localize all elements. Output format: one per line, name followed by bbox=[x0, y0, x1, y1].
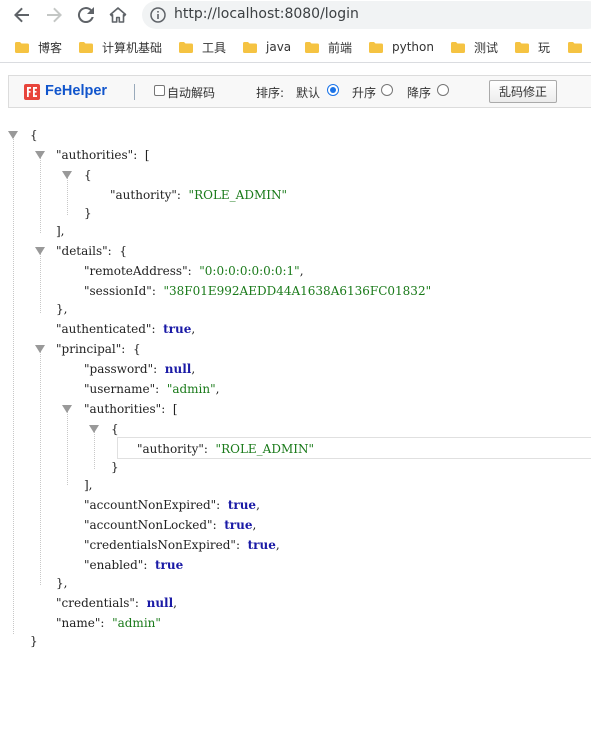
bookmarks-bar: 博客 计算机基础 工具 java 前端 python 测试 玩 bbox=[0, 30, 591, 63]
folder-icon bbox=[79, 41, 93, 53]
json-line: "authorities": [ bbox=[56, 148, 150, 162]
collapse-details-toggle[interactable] bbox=[35, 247, 45, 255]
indent-guide bbox=[67, 411, 68, 485]
json-line: "username": "admin", bbox=[84, 382, 220, 396]
sort-default-label[interactable]: 默认 bbox=[296, 84, 320, 101]
bookmark-blog[interactable]: 博客 bbox=[15, 39, 62, 55]
back-arrow-icon bbox=[14, 7, 29, 23]
sort-asc-label[interactable]: 升序 bbox=[352, 84, 376, 101]
indent-guide bbox=[40, 157, 41, 233]
home-icon bbox=[109, 7, 127, 23]
fehelper-panel: FeHelper 自动解码 排序: 默认 升序 降序 乱码修正 bbox=[0, 63, 591, 121]
fehelper-logo-icon bbox=[24, 84, 40, 100]
indent-guide bbox=[40, 253, 41, 313]
bookmark-label: 玩 bbox=[538, 40, 551, 55]
sort-desc-label[interactable]: 降序 bbox=[407, 84, 431, 101]
fehelper-toolbar: FeHelper 自动解码 排序: 默认 升序 降序 乱码修正 bbox=[8, 75, 591, 108]
json-line: "principal": { bbox=[56, 342, 141, 356]
bookmark-tools[interactable]: 工具 bbox=[179, 39, 226, 55]
auto-decode-checkbox[interactable] bbox=[154, 85, 165, 96]
json-line: "remoteAddress": "0:0:0:0:0:0:0:1", bbox=[84, 264, 304, 278]
folder-icon bbox=[15, 41, 29, 53]
indent-guide bbox=[67, 177, 68, 215]
json-line: "authority": "ROLE_ADMIN" bbox=[110, 188, 288, 202]
json-line: "details": { bbox=[56, 244, 127, 258]
sort-asc-radio[interactable] bbox=[381, 84, 393, 96]
collapse-authorities-toggle[interactable] bbox=[35, 151, 45, 159]
bookmark-label: 工具 bbox=[202, 40, 227, 55]
json-line: "authenticated": true, bbox=[56, 322, 196, 336]
reload-button[interactable] bbox=[74, 3, 98, 27]
json-line: }, bbox=[56, 302, 68, 316]
json-line: "authorities": [ bbox=[84, 402, 178, 416]
folder-icon bbox=[369, 41, 383, 53]
bookmark-testing[interactable]: 测试 bbox=[451, 39, 498, 55]
indent-guide bbox=[40, 351, 41, 585]
toolbar-divider bbox=[134, 84, 135, 100]
json-line: "authority": "ROLE_ADMIN" bbox=[137, 442, 315, 456]
json-line: ], bbox=[56, 224, 65, 238]
bookmark-label: 博客 bbox=[38, 40, 63, 55]
fix-encoding-button[interactable]: 乱码修正 bbox=[489, 80, 557, 103]
folder-icon bbox=[179, 41, 193, 53]
bookmark-play[interactable]: 玩 bbox=[515, 39, 550, 55]
home-button[interactable] bbox=[106, 3, 130, 27]
collapse-principal-toggle[interactable] bbox=[35, 345, 45, 353]
bookmark-label: java bbox=[266, 40, 292, 54]
bookmark-label: python bbox=[392, 40, 434, 54]
bookmark-label: 前端 bbox=[328, 40, 353, 55]
reload-icon bbox=[77, 7, 94, 24]
collapse-principal-authorities-toggle[interactable] bbox=[62, 405, 72, 413]
folder-icon bbox=[451, 41, 465, 53]
sort-desc-radio[interactable] bbox=[437, 84, 449, 96]
address-bar[interactable]: http://localhost:8080/login bbox=[142, 1, 591, 29]
json-line: { bbox=[111, 422, 119, 436]
json-viewer: { "authorities": [ { "authority": "ROLE_… bbox=[0, 121, 591, 743]
fehelper-brand[interactable]: FeHelper bbox=[45, 83, 107, 99]
indent-guide bbox=[13, 137, 14, 634]
json-line: { bbox=[30, 128, 38, 142]
indent-guide bbox=[94, 431, 95, 469]
json-line: } bbox=[111, 460, 119, 474]
url-text[interactable]: http://localhost:8080/login bbox=[174, 6, 359, 22]
json-line: "credentialsNonExpired": true, bbox=[84, 538, 280, 552]
folder-icon bbox=[515, 41, 529, 53]
auto-decode-label[interactable]: 自动解码 bbox=[167, 84, 215, 101]
json-line: "sessionId": "38F01E992AEDD44A1638A6136F… bbox=[84, 284, 432, 298]
info-icon[interactable] bbox=[150, 7, 166, 23]
json-line: } bbox=[84, 206, 92, 220]
bookmark-java[interactable]: java bbox=[243, 39, 291, 55]
bookmark-overflow-folder[interactable] bbox=[568, 39, 591, 55]
json-line: "accountNonExpired": true, bbox=[84, 498, 260, 512]
json-line: { bbox=[84, 168, 92, 182]
json-line: ], bbox=[84, 478, 93, 492]
folder-icon bbox=[243, 41, 257, 53]
sort-default-radio[interactable] bbox=[327, 84, 339, 96]
forward-arrow-icon bbox=[47, 7, 62, 23]
json-line: "password": null, bbox=[84, 362, 196, 376]
bookmark-label: 计算机基础 bbox=[102, 40, 163, 55]
json-line: "enabled": true bbox=[84, 558, 184, 572]
json-line: "name": "admin" bbox=[56, 616, 161, 630]
collapse-principal-authority-object-toggle[interactable] bbox=[89, 425, 99, 433]
back-button[interactable] bbox=[10, 3, 34, 27]
folder-icon bbox=[305, 41, 319, 53]
forward-button[interactable] bbox=[42, 3, 66, 27]
sort-label: 排序: bbox=[256, 86, 285, 100]
bookmark-label: 测试 bbox=[474, 40, 499, 55]
folder-icon bbox=[568, 41, 582, 53]
json-line: }, bbox=[56, 576, 68, 590]
collapse-root-toggle[interactable] bbox=[8, 131, 18, 139]
bookmark-frontend[interactable]: 前端 bbox=[305, 39, 352, 55]
browser-toolbar: http://localhost:8080/login bbox=[0, 0, 591, 30]
json-line: "accountNonLocked": true, bbox=[84, 518, 257, 532]
json-line: "credentials": null, bbox=[56, 596, 177, 610]
json-line: } bbox=[30, 634, 38, 648]
bookmark-python[interactable]: python bbox=[369, 39, 434, 55]
collapse-authority-object-toggle[interactable] bbox=[62, 171, 72, 179]
bookmark-cs-basics[interactable]: 计算机基础 bbox=[79, 39, 162, 55]
